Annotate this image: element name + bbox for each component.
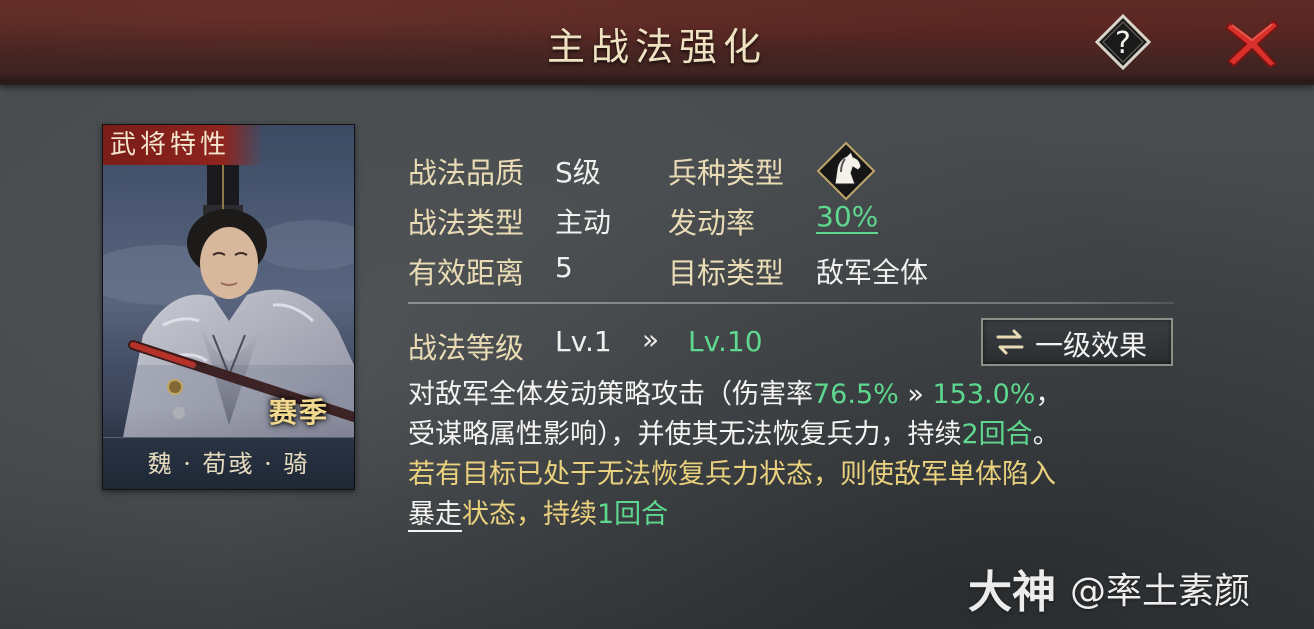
question-diamond-icon[interactable]: ? [1094, 13, 1152, 71]
level-effect-label: 一级效果 [1035, 329, 1148, 362]
desc-arrow: » [898, 379, 933, 410]
card-season-label: 赛季 [269, 396, 330, 429]
conditional-effect-text: 若有目标已处于无法恢复兵力状态，则使敌军单体陷入 [408, 459, 1056, 490]
desc-text: 受谋略属性影响），并使其无法恢复兵力，持续 [408, 419, 962, 450]
watermark: 大神 @率土素颜 [968, 556, 1251, 618]
skill-level-label: 战法等级 [408, 331, 525, 365]
duration-turns: 2回合 [961, 419, 1033, 450]
general-card[interactable]: 武将特性 赛季 魏 · 荀彧 · 骑 [102, 124, 355, 490]
skill-enhance-dialog: 主战法强化 ? 武将特性 赛季 魏 · 荀彧 · 骑 战法品质 S级 兵种类型 … [0, 0, 1314, 629]
range-value: 5 [555, 251, 573, 284]
desc-text: 对敌军全体发动策略攻击（伤害率 [408, 379, 813, 410]
skill-type-label: 战法类型 [408, 206, 525, 240]
svg-text:?: ? [1115, 26, 1131, 61]
desc-line-1: 对敌军全体发动策略攻击（伤害率76.5% » 153.0%， [408, 375, 1062, 415]
watermark-user: @率土素颜 [1070, 571, 1251, 612]
damage-rate-current: 76.5% [813, 379, 899, 410]
trigger-rate-value[interactable]: 30% [816, 202, 879, 234]
quality-value: S级 [555, 156, 601, 189]
desc-text: ， [1035, 379, 1063, 410]
card-trait-tag: 武将特性 [103, 125, 263, 165]
cavalry-horse-icon [816, 141, 876, 201]
skill-type-value: 主动 [555, 206, 612, 239]
title-bar: 主战法强化 ? [0, 0, 1314, 85]
close-x-icon[interactable] [1224, 17, 1280, 69]
damage-rate-max: 153.0% [932, 379, 1036, 410]
level-effect-button[interactable]: 一级效果 [981, 318, 1173, 366]
current-level: Lv.1 [555, 325, 612, 358]
section-divider [408, 302, 1174, 304]
berserk-duration: 1回合 [597, 499, 669, 530]
target-type-label: 目标类型 [668, 256, 785, 290]
swap-arrows-icon [996, 329, 1024, 355]
range-label: 有效距离 [408, 256, 525, 290]
level-arrow: » [642, 323, 660, 356]
desc-line-3: 若有目标已处于无法恢复兵力状态，则使敌军单体陷入 [408, 455, 1056, 495]
conditional-effect-text: 状态，持续 [462, 499, 597, 530]
quality-label: 战法品质 [408, 156, 525, 190]
troop-type-label: 兵种类型 [668, 156, 785, 190]
desc-line-2: 受谋略属性影响），并使其无法恢复兵力，持续2回合。 [408, 415, 1060, 455]
watermark-brand: 大神 [968, 567, 1056, 618]
card-general-name: 魏 · 荀彧 · 骑 [103, 437, 354, 489]
trigger-rate-label: 发动率 [668, 206, 756, 240]
desc-line-4: 暴走状态，持续1回合 [408, 495, 668, 535]
keyword-berserk-link[interactable]: 暴走 [408, 499, 462, 532]
target-type-value: 敌军全体 [816, 256, 929, 289]
next-level: Lv.10 [688, 325, 763, 358]
desc-text: 。 [1032, 419, 1060, 450]
